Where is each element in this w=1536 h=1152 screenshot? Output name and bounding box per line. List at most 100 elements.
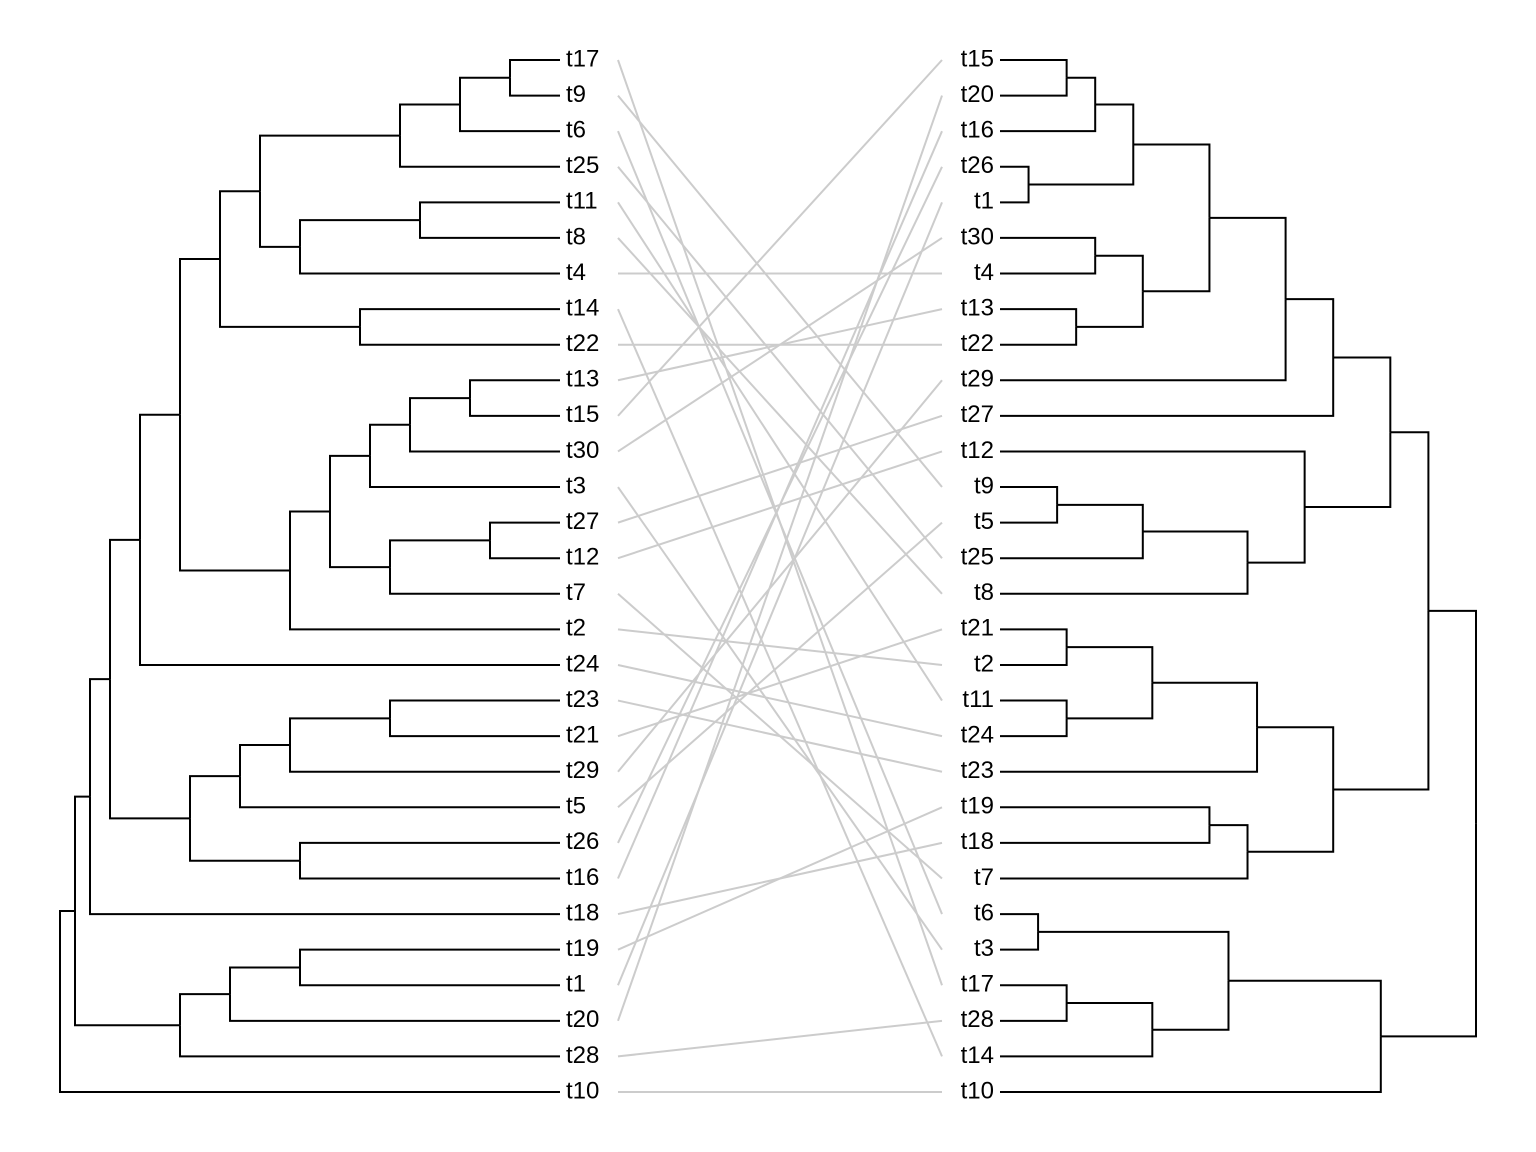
tree-branch: [290, 570, 560, 629]
tree-branch: [1000, 60, 1067, 78]
tree-branch: [460, 104, 560, 131]
tree-branch: [1000, 256, 1095, 274]
left-tip-labels: t17t9t6t25t11t8t4t14t22t13t15t30t3t27t12…: [566, 45, 599, 1104]
tip-label: t6: [566, 117, 586, 144]
tree-branch: [1000, 451, 1305, 507]
tree-branch: [180, 994, 230, 1025]
tree-branch: [1076, 291, 1143, 327]
tip-label: t18: [961, 828, 994, 855]
tree-branch: [460, 78, 510, 105]
tip-label: t9: [974, 472, 994, 499]
tree-branch: [90, 797, 560, 914]
tree-branch: [470, 380, 560, 398]
tip-label: t1: [566, 971, 586, 998]
tip-label: t7: [566, 579, 586, 606]
tip-label: t28: [961, 1006, 994, 1033]
tip-link: [618, 629, 942, 665]
tree-branch: [400, 104, 460, 135]
tip-label: t21: [566, 721, 599, 748]
tree-branch: [1000, 185, 1029, 203]
tree-branch: [1000, 104, 1095, 131]
tree-branch: [1000, 932, 1038, 950]
tree-branch: [1305, 432, 1391, 507]
tree-branch: [1428, 611, 1476, 824]
tip-label: t17: [566, 45, 599, 72]
tree-branch: [420, 220, 560, 238]
tip-label: t8: [974, 579, 994, 606]
tree-branch: [190, 818, 300, 860]
tree-branch: [1057, 505, 1143, 532]
tip-label: t25: [961, 544, 994, 571]
tree-branch: [1000, 1030, 1152, 1057]
tree-branch: [1000, 505, 1057, 523]
tree-branch: [1000, 914, 1038, 932]
tip-label: t3: [566, 472, 586, 499]
tree-branch: [1067, 683, 1153, 719]
tip-label: t14: [961, 1042, 994, 1069]
tip-label: t7: [974, 864, 994, 891]
tree-branch: [180, 1025, 560, 1056]
tree-branch: [180, 259, 220, 415]
tree-branch: [370, 456, 560, 487]
tree-branch: [1228, 981, 1380, 1037]
tree-branch: [300, 861, 560, 879]
tree-branch: [360, 327, 560, 345]
tree-branch: [510, 78, 560, 96]
tree-branch: [1000, 487, 1057, 505]
tree-branch: [140, 415, 180, 540]
tip-label: t24: [566, 650, 599, 677]
tree-branch: [390, 718, 560, 736]
tree-branch: [1152, 683, 1257, 727]
tip-label: t2: [566, 615, 586, 642]
tree-branch: [490, 523, 560, 541]
tip-label: t29: [961, 366, 994, 393]
tree-branch: [1000, 357, 1333, 415]
tree-branch: [1333, 611, 1428, 790]
tree-branch: [390, 540, 490, 567]
tip-label: t13: [566, 366, 599, 393]
tip-links: [618, 60, 942, 1092]
tree-branch: [1000, 167, 1029, 185]
tree-branch: [1143, 218, 1210, 291]
tree-branch: [1000, 629, 1067, 647]
tip-label: t19: [566, 935, 599, 962]
tree-branch: [1257, 727, 1333, 789]
tree-branch: [1000, 807, 1209, 825]
tree-branch: [330, 512, 390, 568]
right-tip-labels: t15t20t16t26t1t30t4t13t22t29t27t12t9t5t2…: [961, 45, 994, 1104]
tree-branch: [1000, 825, 1209, 843]
tree-branch: [1209, 825, 1247, 852]
tip-link: [618, 380, 942, 771]
tip-label: t15: [961, 45, 994, 72]
tip-label: t18: [566, 899, 599, 926]
tree-branch: [1038, 932, 1228, 981]
tip-label: t25: [566, 152, 599, 179]
tree-branch: [300, 843, 560, 861]
tree-branch: [410, 425, 560, 452]
tree-branch: [220, 259, 360, 327]
tree-branch: [260, 136, 400, 192]
tip-link: [618, 202, 942, 700]
tree-branch: [1000, 309, 1076, 327]
tip-label: t5: [974, 508, 994, 535]
tree-branch: [1381, 824, 1476, 1037]
tip-link: [618, 807, 942, 949]
tip-label: t14: [566, 294, 599, 321]
tree-branch: [360, 309, 560, 327]
tanglegram-canvas: t17t9t6t25t11t8t4t14t22t13t15t30t3t27t12…: [0, 0, 1536, 1152]
tree-branch: [330, 456, 370, 512]
tree-branch: [300, 967, 560, 985]
tree-branch: [290, 512, 330, 571]
tip-link: [618, 167, 942, 843]
tree-branch: [260, 191, 300, 247]
tree-branch: [1000, 532, 1143, 559]
tree-branch: [1095, 256, 1143, 292]
tree-branch: [1000, 238, 1095, 256]
tip-label: t10: [566, 1077, 599, 1104]
tree-branch: [180, 415, 290, 571]
tree-branch: [1000, 701, 1067, 719]
tree-branch: [290, 745, 560, 772]
tip-link: [618, 60, 942, 985]
tip-label: t11: [566, 188, 598, 215]
tree-branch: [420, 202, 560, 220]
